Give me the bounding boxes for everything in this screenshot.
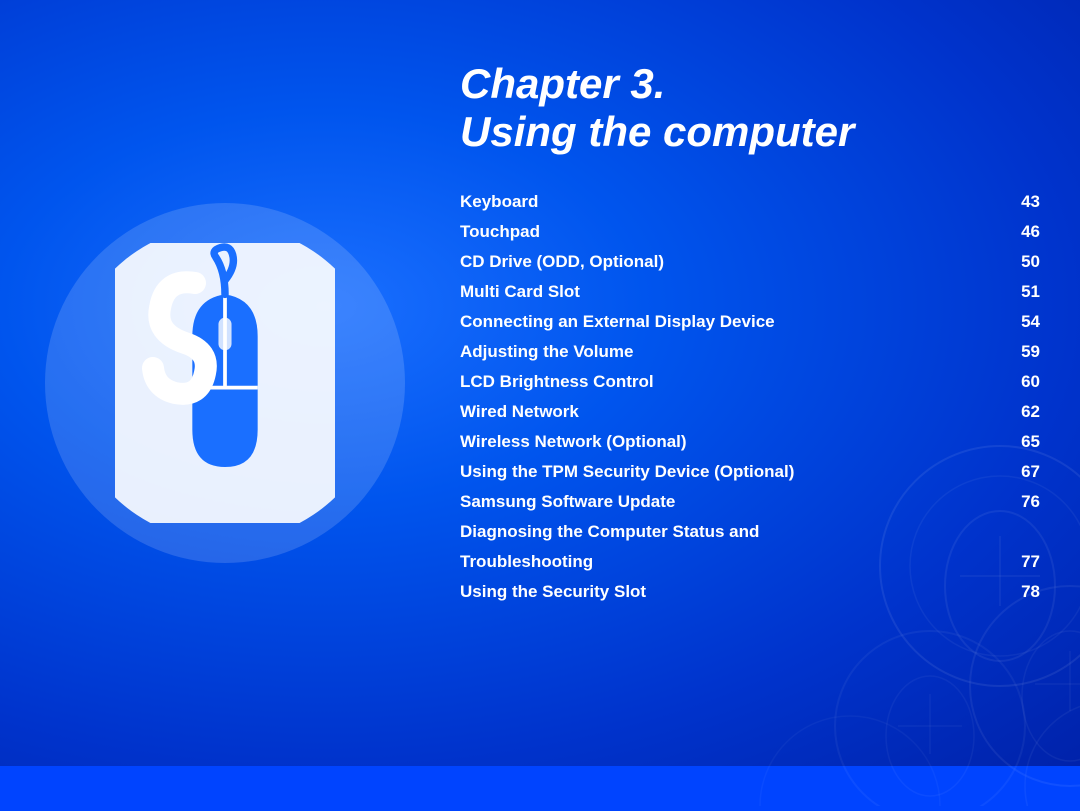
toc-page: 54 <box>1000 312 1040 332</box>
toc-label: CD Drive (ODD, Optional) <box>460 252 1000 272</box>
toc-item: LCD Brightness Control60 <box>460 367 1040 397</box>
toc-label: Wireless Network (Optional) <box>460 432 1000 452</box>
toc-page: 78 <box>1000 582 1040 602</box>
content-section: Chapter 3. Using the computer Keyboard43… <box>460 60 1040 726</box>
mouse-circle <box>45 203 405 563</box>
toc-page: 77 <box>1000 552 1040 572</box>
illustration-section <box>30 133 420 633</box>
samsung-logo <box>115 253 245 433</box>
table-of-contents: Keyboard43Touchpad46CD Drive (ODD, Optio… <box>460 187 1040 607</box>
toc-label: Troubleshooting <box>460 552 1000 572</box>
toc-page: 60 <box>1000 372 1040 392</box>
toc-page: 46 <box>1000 222 1040 242</box>
toc-page: 43 <box>1000 192 1040 212</box>
toc-label: Using the Security Slot <box>460 582 1000 602</box>
toc-item: Diagnosing the Computer Status and <box>460 517 1040 547</box>
toc-item: Wireless Network (Optional)65 <box>460 427 1040 457</box>
toc-label: Diagnosing the Computer Status and <box>460 522 1000 542</box>
toc-item: Connecting an External Display Device54 <box>460 307 1040 337</box>
toc-item: Keyboard43 <box>460 187 1040 217</box>
toc-page: 65 <box>1000 432 1040 452</box>
chapter-title: Chapter 3. Using the computer <box>460 60 1040 157</box>
toc-item: Wired Network62 <box>460 397 1040 427</box>
toc-page: 59 <box>1000 342 1040 362</box>
chapter-number: Chapter 3. <box>460 60 665 107</box>
toc-label: Multi Card Slot <box>460 282 1000 302</box>
toc-item: Using the TPM Security Device (Optional)… <box>460 457 1040 487</box>
toc-label: Keyboard <box>460 192 1000 212</box>
toc-item: Troubleshooting77 <box>460 547 1040 577</box>
toc-item: Touchpad46 <box>460 217 1040 247</box>
toc-label: Adjusting the Volume <box>460 342 1000 362</box>
toc-label: Using the TPM Security Device (Optional) <box>460 462 1000 482</box>
toc-page: 67 <box>1000 462 1040 482</box>
toc-label: Samsung Software Update <box>460 492 1000 512</box>
toc-item: CD Drive (ODD, Optional)50 <box>460 247 1040 277</box>
toc-page: 50 <box>1000 252 1040 272</box>
toc-label: Touchpad <box>460 222 1000 242</box>
toc-page: 51 <box>1000 282 1040 302</box>
toc-label: LCD Brightness Control <box>460 372 1000 392</box>
toc-item: Adjusting the Volume59 <box>460 337 1040 367</box>
toc-item: Using the Security Slot78 <box>460 577 1040 607</box>
chapter-name: Using the computer <box>460 108 854 155</box>
toc-item: Multi Card Slot51 <box>460 277 1040 307</box>
toc-page: 76 <box>1000 492 1040 512</box>
toc-label: Wired Network <box>460 402 1000 422</box>
toc-label: Connecting an External Display Device <box>460 312 1000 332</box>
toc-item: Samsung Software Update76 <box>460 487 1040 517</box>
toc-page: 62 <box>1000 402 1040 422</box>
